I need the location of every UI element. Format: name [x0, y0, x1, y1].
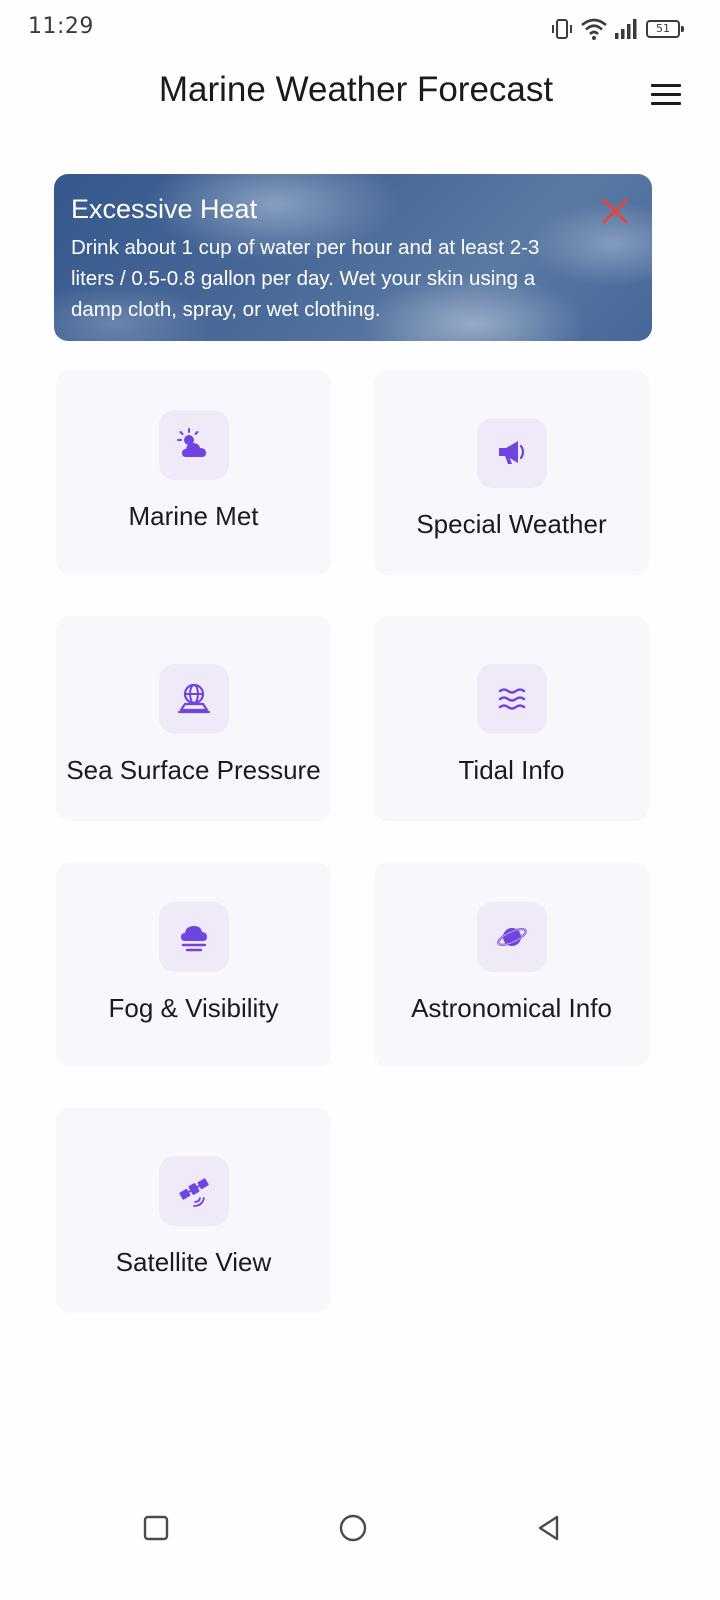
waves-icon — [498, 688, 526, 710]
partly-cloudy-icon — [177, 428, 206, 457]
signal-icon — [615, 19, 637, 39]
card-label: Tidal Info — [458, 755, 565, 785]
satellite-icon — [179, 1178, 209, 1207]
close-icon[interactable] — [600, 196, 630, 226]
wifi-icon — [581, 18, 607, 40]
status-icons: 51 — [550, 16, 684, 42]
menu-card-astronomical-info[interactable]: Astronomical Info — [374, 862, 649, 1067]
card-icon-tile — [159, 664, 229, 734]
heat-alert-banner: Excessive Heat Drink about 1 cup of wate… — [54, 174, 652, 341]
status-time: 11:29 — [28, 14, 94, 39]
card-icon-tile — [477, 902, 547, 972]
alert-message-line: damp cloth, spray, or wet clothing. — [71, 298, 381, 321]
card-label: Satellite View — [115, 1247, 272, 1277]
status-bar: 11:29 51 — [0, 0, 720, 60]
fog-icon — [181, 926, 207, 952]
menu-card-marine-met[interactable]: Marine Met — [56, 370, 331, 575]
card-label: Special Weather — [416, 509, 607, 539]
alert-message-line: liters / 0.5-0.8 gallon per day. Wet you… — [71, 267, 536, 290]
card-label: Fog & Visibility — [108, 993, 279, 1023]
back-button[interactable] — [519, 1500, 579, 1556]
recents-icon — [143, 1515, 169, 1541]
card-icon-tile — [477, 664, 547, 734]
alert-title: Excessive Heat — [71, 194, 258, 224]
home-icon — [339, 1514, 367, 1542]
card-label: Astronomical Info — [411, 993, 612, 1023]
card-label: Sea Surface Pressure — [66, 755, 321, 785]
alert-message-line: Drink about 1 cup of water per hour and … — [71, 236, 540, 259]
alert-message: Drink about 1 cup of water per hour and … — [71, 232, 631, 325]
globe-pressure-icon — [177, 683, 211, 714]
card-icon-tile — [159, 902, 229, 972]
planet-icon — [497, 928, 527, 946]
back-icon — [538, 1515, 559, 1541]
menu-card-sea-surface-pressure[interactable]: Sea Surface Pressure — [56, 616, 331, 821]
card-icon-tile — [159, 410, 229, 480]
megaphone-icon — [499, 441, 525, 464]
vibrate-icon — [552, 19, 572, 39]
menu-card-special-weather[interactable]: Special Weather — [374, 370, 649, 575]
menu-card-fog-visibility[interactable]: Fog & Visibility — [56, 862, 331, 1067]
battery-icon: 51 — [646, 20, 684, 38]
menu-card-satellite-view[interactable]: Satellite View — [56, 1108, 331, 1313]
card-icon-tile — [477, 418, 547, 488]
menu-card-tidal-info[interactable]: Tidal Info — [374, 616, 649, 821]
card-label: Marine Met — [128, 501, 259, 531]
card-icon-tile — [159, 1156, 229, 1226]
home-button[interactable] — [323, 1500, 383, 1556]
hamburger-menu-icon[interactable] — [642, 74, 690, 114]
recents-button[interactable] — [126, 1500, 186, 1556]
system-nav-bar — [0, 1500, 720, 1560]
page-title: Marine Weather Forecast — [158, 70, 554, 109]
